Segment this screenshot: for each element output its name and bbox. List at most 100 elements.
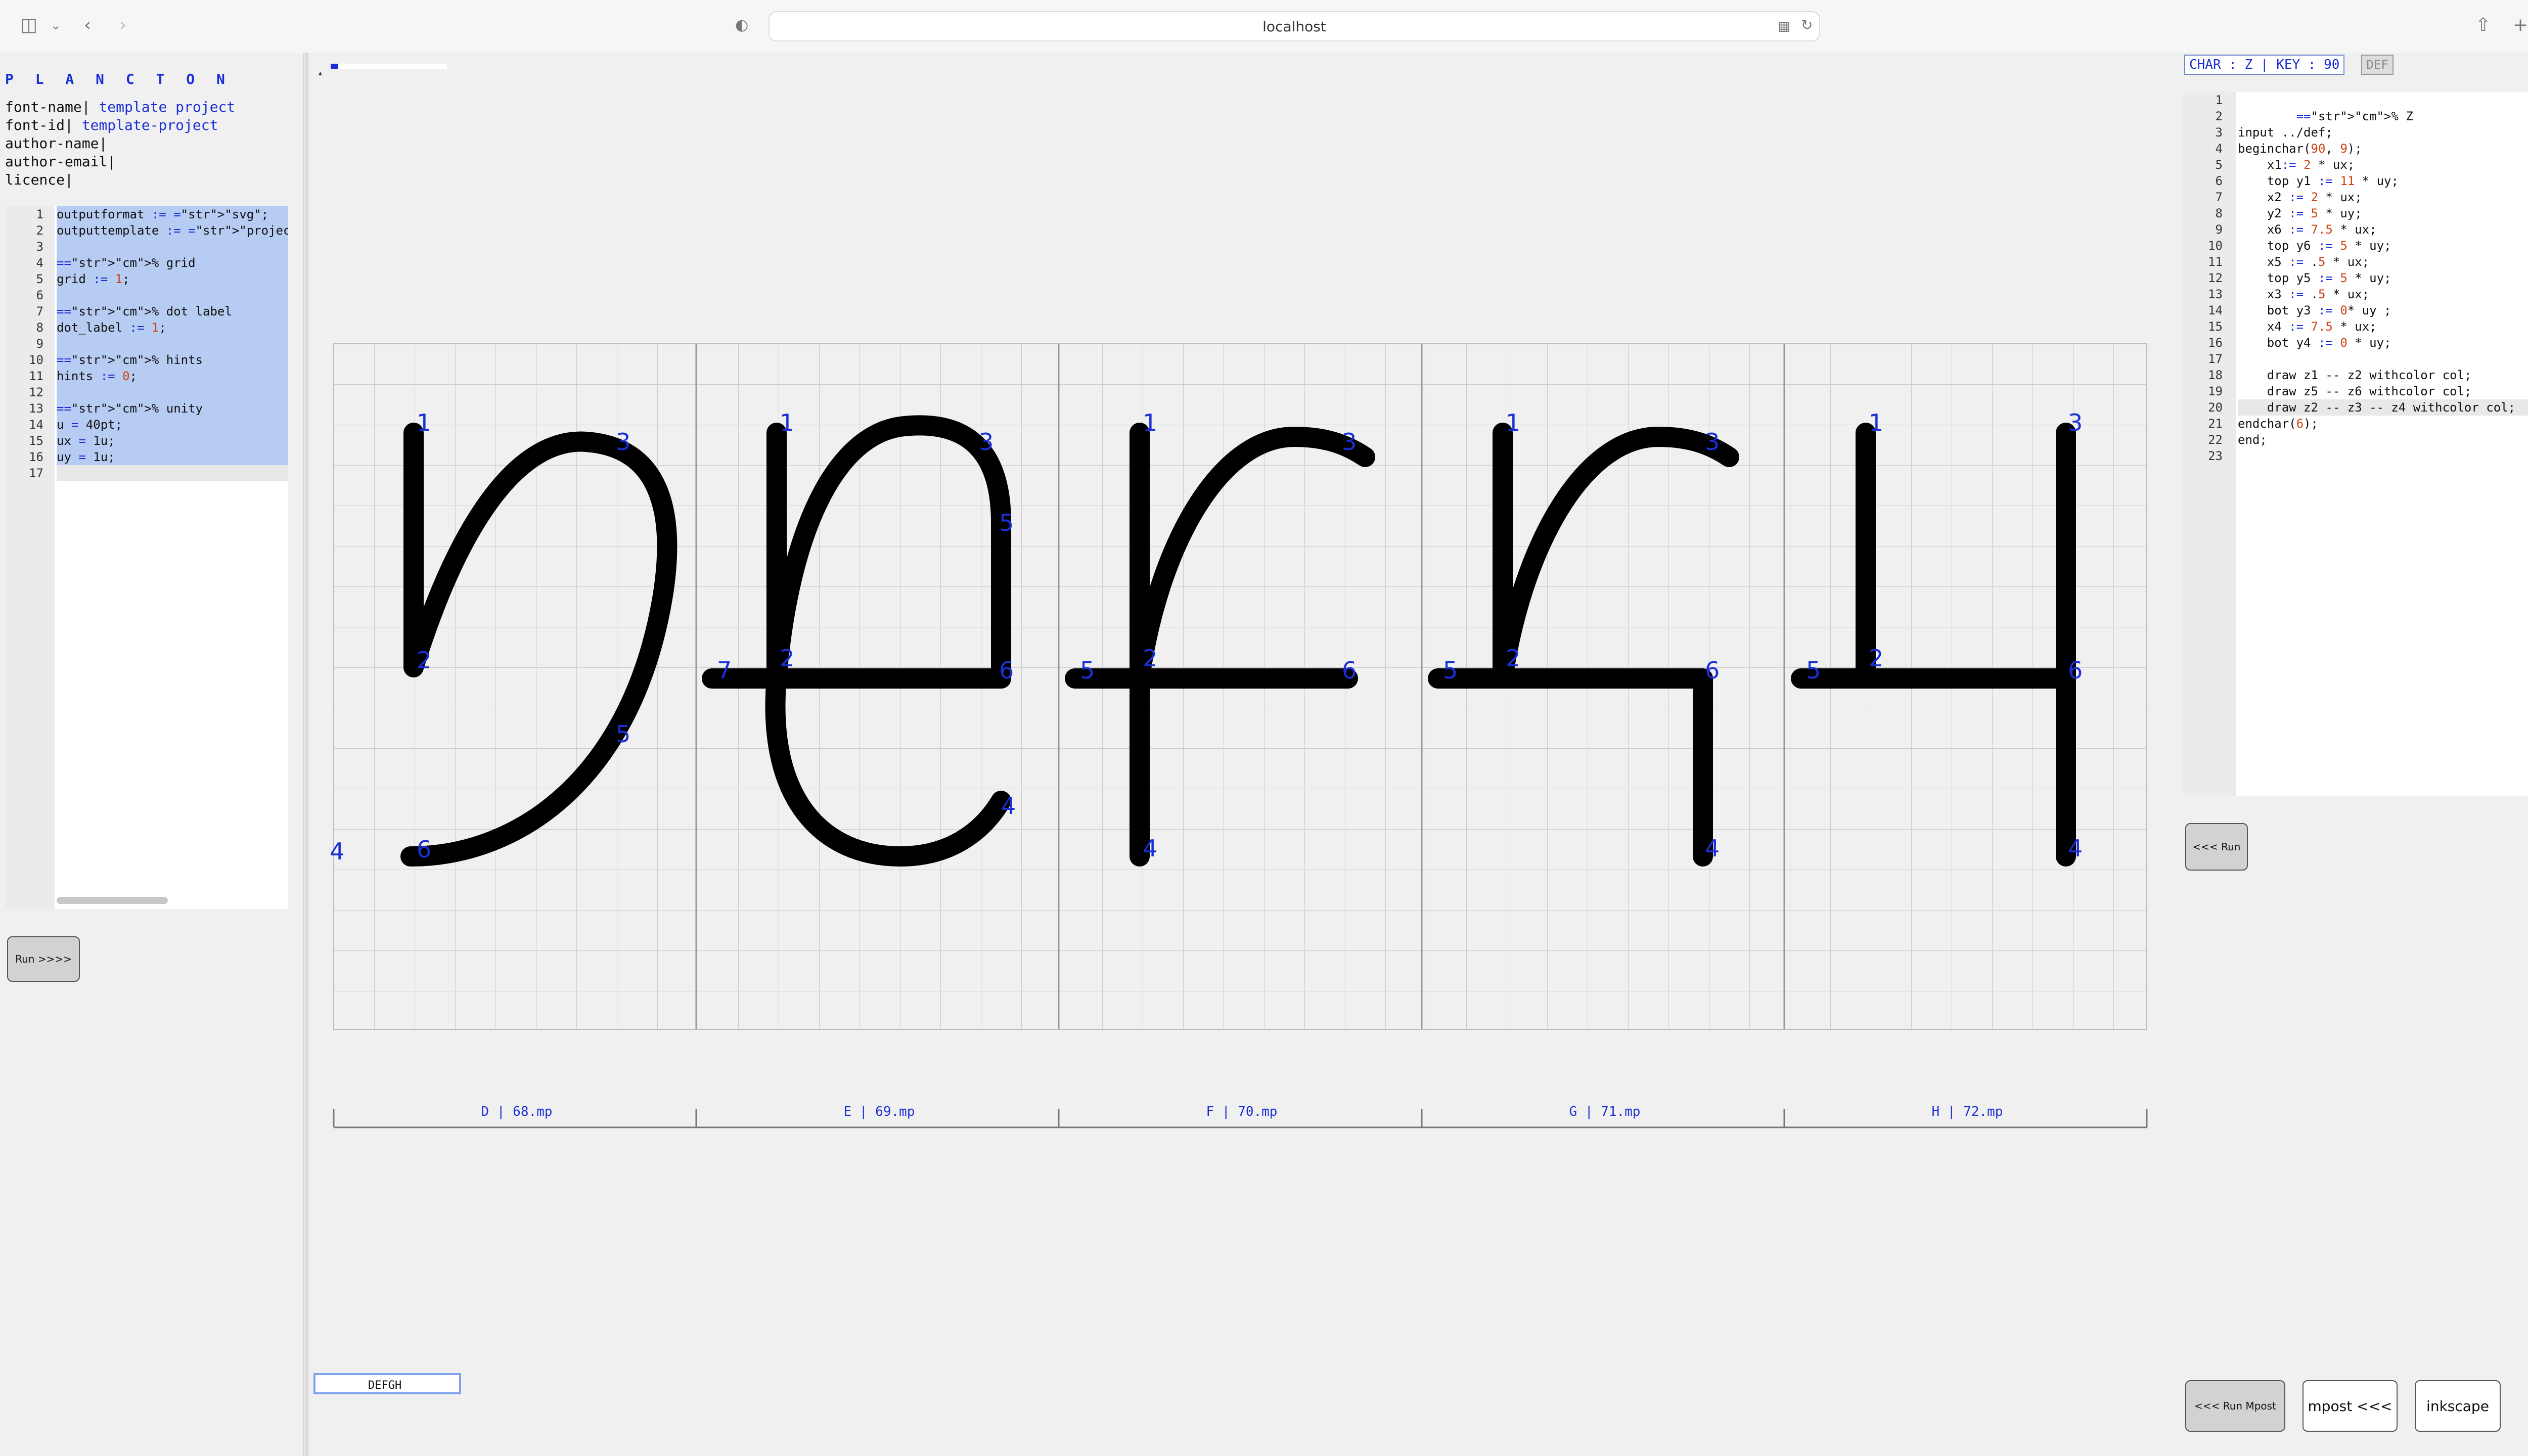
glyph-link-g[interactable]: G | 71.mp [1423,1104,1787,1119]
code-line[interactable]: ​ [57,336,288,352]
meta-author-email[interactable]: author-email| [5,153,235,171]
point-label: 1 [1143,409,1157,436]
code-line[interactable]: hints := 0; [57,368,288,384]
code-line[interactable]: top y6 := 5 * uy; [2238,238,2528,254]
line-number: 13 [29,401,43,416]
line-number: 1 [2215,93,2223,107]
line-number: 12 [29,385,43,399]
line-number: 3 [36,240,43,254]
point-label: 2 [780,645,794,672]
meta-licence[interactable]: licence| [5,171,235,189]
global-code-editor[interactable]: 1 2 3 4 5 6 7 8 9 10 11 12 13 14 15 16 17 outputformat :… [5,206,288,909]
line-number: 6 [36,288,43,302]
point-label: 5 [999,509,1014,536]
line-number: 10 [29,353,43,367]
sidebar-icon[interactable]: ◫ [20,15,37,35]
meta-font-id[interactable]: font-id| template-project [5,116,235,134]
code-line[interactable]: y2 := 5 * uy; [2238,205,2528,221]
point-label: 1 [1869,409,1883,436]
code-line[interactable]: x1:= 2 * ux; [2238,157,2528,173]
code-line[interactable]: x3 := .5 * ux; [2238,286,2528,302]
code-line[interactable]: =="str">"cm">% hints [57,352,288,368]
run-mpost-button[interactable]: <<< Run Mpost [2185,1380,2285,1432]
glyph-link-f[interactable]: F | 70.mp [1060,1104,1424,1119]
glyph-link-e[interactable]: E | 69.mp [697,1104,1061,1119]
code-line[interactable]: ​ [57,287,288,303]
code-line[interactable]: x5 := .5 * ux; [2238,254,2528,270]
point-label: 5 [1806,657,1821,684]
code-line[interactable]: ​ [2238,92,2528,108]
url-text: localhost [1262,18,1326,35]
code-line[interactable]: =="str">"cm">% unity [57,400,288,417]
line-number: 17 [29,466,43,480]
code-line[interactable]: top y5 := 5 * uy; [2238,270,2528,286]
code-line[interactable]: ux = 1u; [57,433,288,449]
run-back-button[interactable]: <<< Run [2185,823,2248,871]
preview-string-input[interactable]: DEFGH [313,1373,461,1394]
meta-font-name[interactable]: font-name| template project [5,98,235,116]
line-number: 7 [36,304,43,318]
inkscape-button[interactable]: inkscape [2415,1380,2501,1432]
font-metadata: font-name| template project font-id| tem… [5,98,235,189]
glyph-code-editor[interactable]: 1234567891011121314151617181920212223 ​ … [2183,92,2528,796]
code-line[interactable]: =="str">"cm">% grid [57,255,288,271]
editor-horizontal-scrollbar[interactable] [57,897,168,904]
point-label: 3 [979,428,994,456]
code-line[interactable]: draw z1 -- z2 withcolor col; [2238,367,2528,383]
new-tab-icon[interactable]: + [2513,15,2528,35]
code-line[interactable]: end; [2238,432,2528,448]
code-line[interactable]: =="str">"cm">% Z [2238,108,2528,124]
meta-author-name[interactable]: author-name| [5,134,235,153]
back-icon[interactable]: ‹ [84,15,91,35]
code-line[interactable]: dot_label := 1; [57,320,288,336]
code-line[interactable]: x4 := 7.5 * ux; [2238,318,2528,335]
forward-icon[interactable]: › [119,15,126,35]
code-line[interactable]: uy = 1u; [57,449,288,465]
code-line[interactable]: ​ [2238,448,2528,464]
line-number: 2 [36,223,43,238]
code-area[interactable]: ​ =="str">"cm">% Zinput ../def;beginchar… [2238,92,2528,464]
code-line[interactable]: ​ [57,384,288,400]
point-label: 6 [2068,657,2083,684]
code-line[interactable]: bot y3 := 0* uy ; [2238,302,2528,318]
code-line[interactable]: draw z5 -- z6 withcolor col; [2238,383,2528,399]
chevron-down-icon[interactable]: ⌄ [51,15,61,35]
code-line[interactable]: beginchar(90, 9); [2238,141,2528,157]
code-line[interactable]: u = 40pt; [57,417,288,433]
code-line[interactable]: x2 := 2 * ux; [2238,189,2528,205]
meta-value[interactable]: template-project [73,117,218,133]
code-line[interactable]: top y1 := 11 * uy; [2238,173,2528,189]
line-number: 23 [2208,449,2223,463]
code-line[interactable]: ​ [57,465,288,481]
code-line[interactable]: =="str">"cm">% dot label [57,303,288,320]
address-bar[interactable]: localhost ▦ ↻ [769,11,1820,41]
code-line[interactable]: outputformat := ="str">"svg"; [57,206,288,222]
code-line[interactable]: endchar(6); [2238,416,2528,432]
glyph-preview-canvas: 1 2 3 4 5 6 1 2 3 4 5 6 7 1 2 3 4 5 6 1 … [330,343,2148,1128]
reload-icon[interactable]: ↻ [1801,15,1813,35]
code-line[interactable]: input ../def; [2238,124,2528,141]
line-number-gutter: 1 2 3 4 5 6 7 8 9 10 11 12 13 14 15 16 17 [5,206,55,909]
code-line[interactable]: ​ [57,239,288,255]
run-button[interactable]: Run >>>> [7,936,80,982]
code-line[interactable]: draw z2 -- z3 -- z4 withcolor col; [2238,399,2528,416]
share-icon[interactable]: ⇧ [2475,15,2491,35]
code-line[interactable]: x6 := 7.5 * ux; [2238,221,2528,238]
code-line[interactable]: outputtemplate := ="str">"projects/temp [57,222,288,239]
glyph-link-h[interactable]: H | 72.mp [1785,1104,2149,1119]
code-line[interactable]: grid := 1; [57,271,288,287]
point-label: 3 [2068,409,2083,436]
translate-icon[interactable]: ▦ [1778,16,1790,36]
reader-icon[interactable]: ◐ [735,15,748,35]
point-label: 6 [1342,657,1357,684]
line-number-gutter: 1 2 3 4 5 6 7 8 9 10 11 12 13 14 15 16 17 18 19 20 21 22 23 [2183,92,2236,796]
meta-value[interactable]: template project [91,99,235,115]
code-area[interactable]: outputformat := ="str">"svg"; outputtempl… [57,206,288,481]
code-line[interactable]: ​ [2238,351,2528,367]
code-line[interactable]: bot y4 := 0 * uy; [2238,335,2528,351]
def-button[interactable]: DEF [2361,55,2394,75]
right-panel: CHAR : Z | KEY : 90 DEF 1 2 3 4 5 6 7 8 9 10 11 12 1… [2181,53,2528,1456]
glyph-link-d[interactable]: D | 68.mp [335,1104,699,1119]
line-number: 16 [2208,336,2223,350]
mpost-button[interactable]: mpost <<< [2303,1380,2398,1432]
